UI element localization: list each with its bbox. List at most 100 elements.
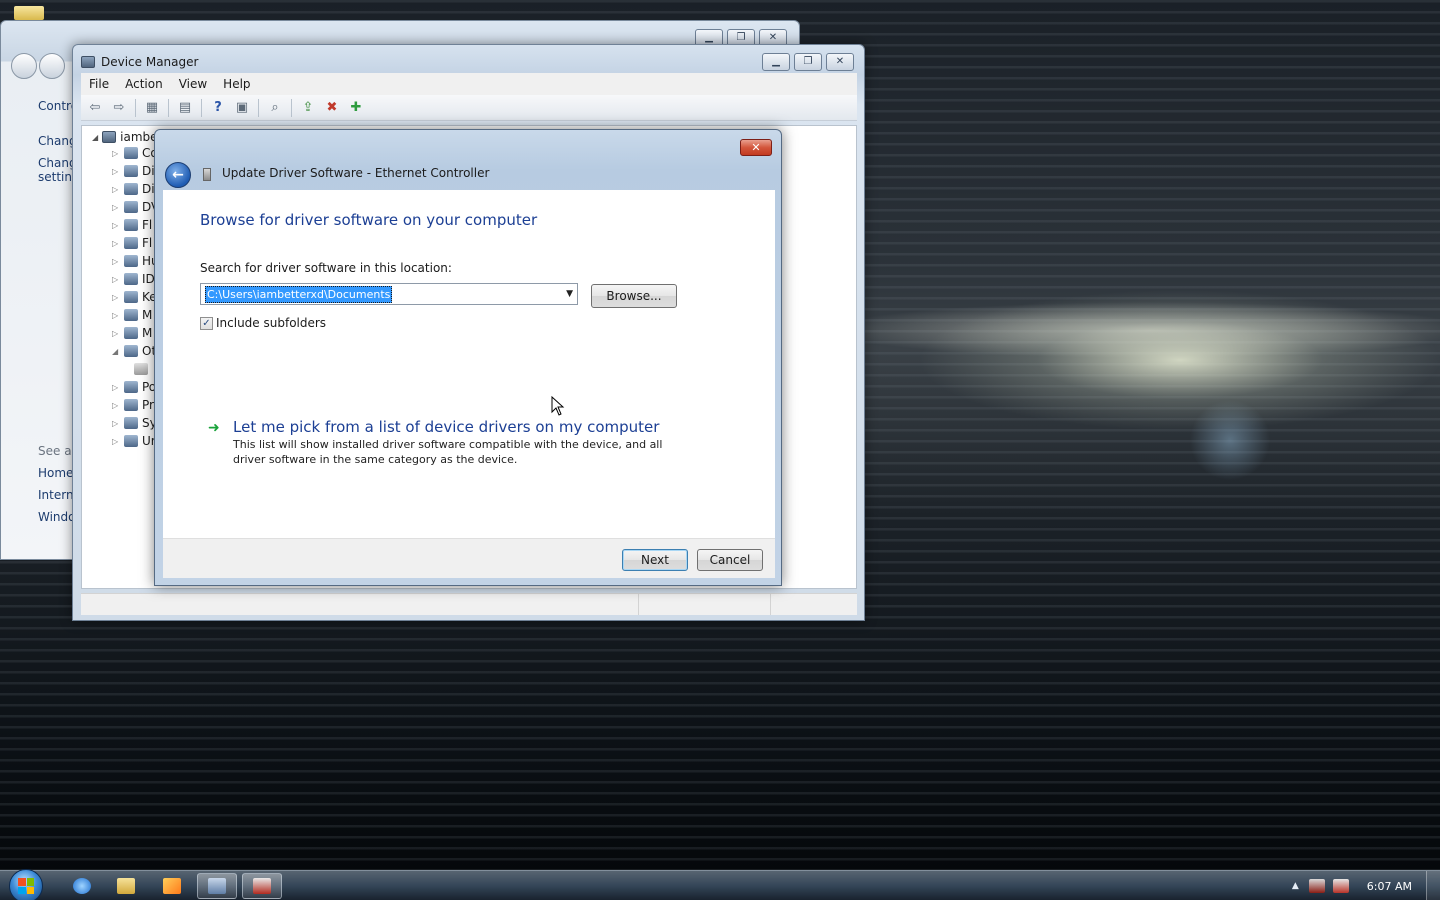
- device-category-icon: [124, 381, 138, 393]
- scan-hardware-icon[interactable]: ⌕: [265, 99, 285, 117]
- expand-icon[interactable]: ▷: [112, 437, 120, 446]
- media-player-icon: [163, 878, 181, 894]
- green-arrow-icon: ➜: [208, 420, 220, 436]
- menu-action[interactable]: Action: [125, 77, 163, 91]
- tree-node[interactable]: ▷ Po: [112, 378, 159, 396]
- expand-icon[interactable]: ▷: [112, 149, 120, 158]
- include-subfolders-label[interactable]: Include subfolders: [216, 316, 326, 330]
- close-icon[interactable]: ✕: [826, 53, 854, 71]
- show-hide-console-icon[interactable]: ▦: [142, 99, 162, 117]
- tree-node-label: Fl: [142, 236, 153, 250]
- expand-icon[interactable]: ▷: [112, 311, 120, 320]
- cancel-button[interactable]: Cancel: [697, 549, 763, 571]
- forward-icon[interactable]: [39, 53, 65, 79]
- taskbar: ▲ 6:07 AM: [0, 869, 1440, 900]
- search-location-value[interactable]: C:\Users\iambetterxd\Documents: [205, 285, 393, 303]
- start-button[interactable]: [9, 869, 43, 900]
- expand-icon[interactable]: ▷: [112, 293, 120, 302]
- checkbox-checked-icon[interactable]: ✓: [200, 316, 213, 330]
- pick-from-list-description: This list will show installed driver sof…: [233, 438, 663, 466]
- tree-node[interactable]: ▷ Sy: [112, 414, 159, 432]
- menu-bar: File Action View Help: [81, 73, 857, 95]
- tree-node[interactable]: ▷ M: [112, 306, 159, 324]
- tree-node[interactable]: ▷ Fl: [112, 216, 159, 234]
- next-button[interactable]: Next: [622, 549, 688, 571]
- desktop-folder-icon[interactable]: [14, 6, 44, 20]
- taskbar-media-player[interactable]: [152, 873, 192, 899]
- taskbar-windows-explorer[interactable]: [106, 873, 146, 899]
- notification-area: ▲ 6:07 AM: [1292, 871, 1440, 900]
- toolbar-separator: [258, 98, 259, 117]
- expand-icon[interactable]: ▷: [112, 221, 120, 230]
- show-desktop-button[interactable]: [1426, 871, 1440, 900]
- device-category-icon: [124, 345, 138, 357]
- collapse-icon[interactable]: ◢: [112, 347, 120, 356]
- tree-node-label: Di: [142, 164, 155, 178]
- pick-from-list-link[interactable]: Let me pick from a list of device driver…: [233, 418, 659, 436]
- expand-icon[interactable]: ▷: [112, 185, 120, 194]
- menu-view[interactable]: View: [179, 77, 207, 91]
- network-adapter-icon: [203, 168, 211, 181]
- tree-node[interactable]: ▷ Fl: [112, 234, 159, 252]
- device-category-icon: [124, 417, 138, 429]
- taskbar-device-manager[interactable]: [197, 873, 237, 899]
- close-icon[interactable]: ✕: [740, 139, 772, 156]
- volume-muted-icon[interactable]: [1332, 879, 1349, 893]
- tree-items: ▷ Co ▷ Di ▷ Di ▷ DV ▷ Fl ▷ Fl ▷ Hu ▷ ID ▷ Ke ▷ M ▷…: [112, 144, 159, 450]
- search-location-combobox[interactable]: C:\Users\iambetterxd\Documents ▼: [200, 283, 578, 305]
- menu-file[interactable]: File: [89, 77, 109, 91]
- expand-icon[interactable]: ▷: [112, 167, 120, 176]
- tree-node[interactable]: ◢ Ot: [112, 342, 159, 360]
- uninstall-icon[interactable]: ✖: [322, 99, 342, 117]
- tree-node[interactable]: ▷ Di: [112, 180, 159, 198]
- device-category-icon: [124, 273, 138, 285]
- expand-icon[interactable]: ▷: [112, 401, 120, 410]
- tree-node-label: Fl: [142, 218, 153, 232]
- tree-node[interactable]: ▷ Hu: [112, 252, 159, 270]
- help-icon[interactable]: ?: [208, 99, 228, 117]
- collapse-icon[interactable]: ◢: [92, 133, 98, 142]
- tree-node-child[interactable]: [112, 360, 159, 378]
- taskbar-update-driver[interactable]: [242, 873, 282, 899]
- properties-icon[interactable]: ▤: [175, 99, 195, 117]
- update-driver-icon[interactable]: ⇪: [298, 99, 318, 117]
- expand-icon[interactable]: ▷: [112, 419, 120, 428]
- toolbar: ⇦ ⇨ ▦ ▤ ? ▣ ⌕ ⇪ ✖ ✚: [81, 95, 857, 121]
- forward-arrow-icon[interactable]: ⇨: [109, 99, 129, 117]
- tree-node[interactable]: ▷ ID: [112, 270, 159, 288]
- tree-root[interactable]: ◢ iambe: [92, 130, 158, 144]
- dialog-title: Update Driver Software - Ethernet Contro…: [222, 166, 490, 180]
- tree-node[interactable]: ▷ Ke: [112, 288, 159, 306]
- expand-icon[interactable]: ▷: [112, 239, 120, 248]
- tree-node[interactable]: ▷ Ur: [112, 432, 159, 450]
- tree-node[interactable]: ▷ M: [112, 324, 159, 342]
- minimize-icon[interactable]: ▁: [762, 53, 790, 71]
- tree-node-label: Pr: [142, 398, 154, 412]
- network-error-icon[interactable]: [1308, 879, 1325, 893]
- menu-help[interactable]: Help: [223, 77, 250, 91]
- enable-device-icon[interactable]: ✚: [346, 99, 366, 117]
- tree-node[interactable]: ▷ DV: [112, 198, 159, 216]
- windows-logo-icon: [18, 878, 34, 894]
- expand-icon[interactable]: ▷: [112, 257, 120, 266]
- show-hidden-icons-icon[interactable]: ▲: [1292, 881, 1299, 891]
- dialog-footer: Next Cancel: [163, 538, 775, 578]
- tree-node[interactable]: ▷ Co: [112, 144, 159, 162]
- action-pane-icon[interactable]: ▣: [232, 99, 252, 117]
- device-category-icon: [124, 219, 138, 231]
- back-arrow-icon[interactable]: ←: [165, 162, 191, 188]
- tree-node[interactable]: ▷ Pr: [112, 396, 159, 414]
- expand-icon[interactable]: ▷: [112, 203, 120, 212]
- dropdown-arrow-icon[interactable]: ▼: [566, 289, 573, 299]
- maximize-icon[interactable]: ❐: [794, 53, 822, 71]
- back-arrow-icon[interactable]: ⇦: [85, 99, 105, 117]
- expand-icon[interactable]: ▷: [112, 329, 120, 338]
- include-subfolders-checkbox[interactable]: ✓ Include subfolders: [200, 316, 326, 330]
- expand-icon[interactable]: ▷: [112, 383, 120, 392]
- tree-node[interactable]: ▷ Di: [112, 162, 159, 180]
- browse-button[interactable]: Browse...: [591, 284, 677, 308]
- back-icon[interactable]: [11, 53, 37, 79]
- clock[interactable]: 6:07 AM: [1367, 880, 1412, 893]
- expand-icon[interactable]: ▷: [112, 275, 120, 284]
- taskbar-internet-explorer[interactable]: [62, 873, 102, 899]
